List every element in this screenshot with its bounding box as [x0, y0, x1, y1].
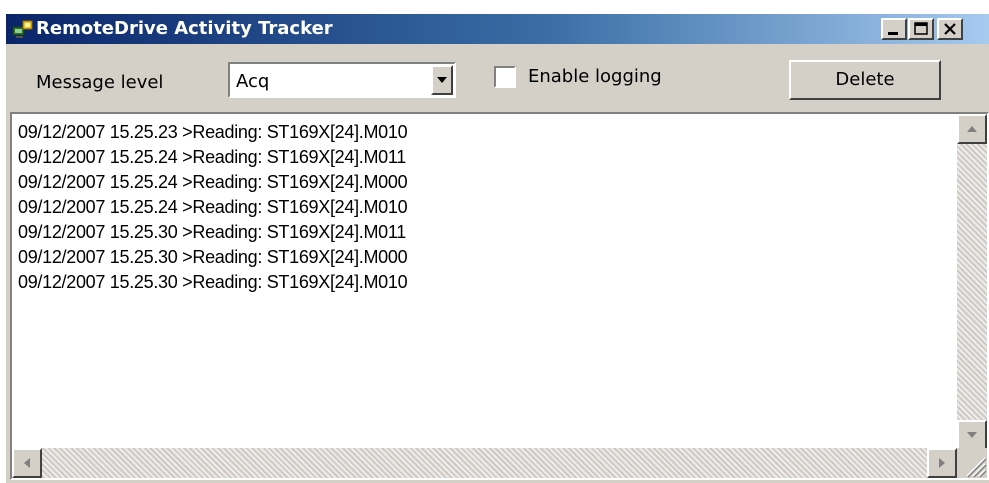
log-line: 09/12/2007 15.25.24 >Reading: ST169X[24]… — [18, 147, 406, 167]
vertical-scrollbar[interactable] — [957, 114, 987, 450]
log-listbox[interactable]: 09/12/2007 15.25.23 >Reading: ST169X[24]… — [10, 112, 989, 480]
log-line: 09/12/2007 15.25.23 >Reading: ST169X[24]… — [18, 122, 408, 142]
enable-logging-label[interactable]: Enable logging — [528, 66, 662, 87]
arrow-right-icon — [939, 458, 945, 468]
log-lines: 09/12/2007 15.25.23 >Reading: ST169X[24]… — [18, 120, 408, 295]
maximize-button[interactable] — [908, 18, 934, 40]
app-window: RemoteDrive Activity Tracker Message lev… — [6, 14, 989, 483]
log-line: 09/12/2007 15.25.24 >Reading: ST169X[24]… — [18, 172, 408, 192]
arrow-down-icon — [967, 432, 977, 438]
log-line: 09/12/2007 15.25.24 >Reading: ST169X[24]… — [18, 197, 408, 217]
scroll-up-button[interactable] — [957, 114, 987, 144]
message-level-label: Message level — [36, 72, 164, 93]
window-title: RemoteDrive Activity Tracker — [36, 18, 333, 39]
chevron-down-icon — [437, 77, 447, 83]
arrow-left-icon — [24, 458, 30, 468]
delete-button[interactable]: Delete — [789, 60, 941, 100]
title-bar[interactable]: RemoteDrive Activity Tracker — [6, 14, 989, 44]
resize-grip[interactable] — [957, 448, 987, 478]
app-computer-icon — [12, 19, 34, 39]
scroll-right-button[interactable] — [927, 448, 957, 478]
log-line: 09/12/2007 15.25.30 >Reading: ST169X[24]… — [18, 222, 406, 242]
minimize-button[interactable] — [881, 18, 907, 40]
message-level-value: Acq — [236, 71, 270, 92]
scroll-left-button[interactable] — [12, 448, 42, 478]
close-button[interactable] — [937, 18, 963, 40]
message-level-select[interactable]: Acq — [228, 62, 456, 98]
scroll-down-button[interactable] — [957, 420, 987, 450]
log-line: 09/12/2007 15.25.30 >Reading: ST169X[24]… — [18, 247, 408, 267]
resize-grip-icon — [966, 457, 987, 478]
dropdown-arrow-button[interactable] — [431, 65, 453, 95]
enable-logging-checkbox[interactable] — [494, 66, 516, 88]
log-line: 09/12/2007 15.25.30 >Reading: ST169X[24]… — [18, 272, 408, 292]
arrow-up-icon — [967, 126, 977, 132]
horizontal-scrollbar[interactable] — [12, 448, 957, 478]
